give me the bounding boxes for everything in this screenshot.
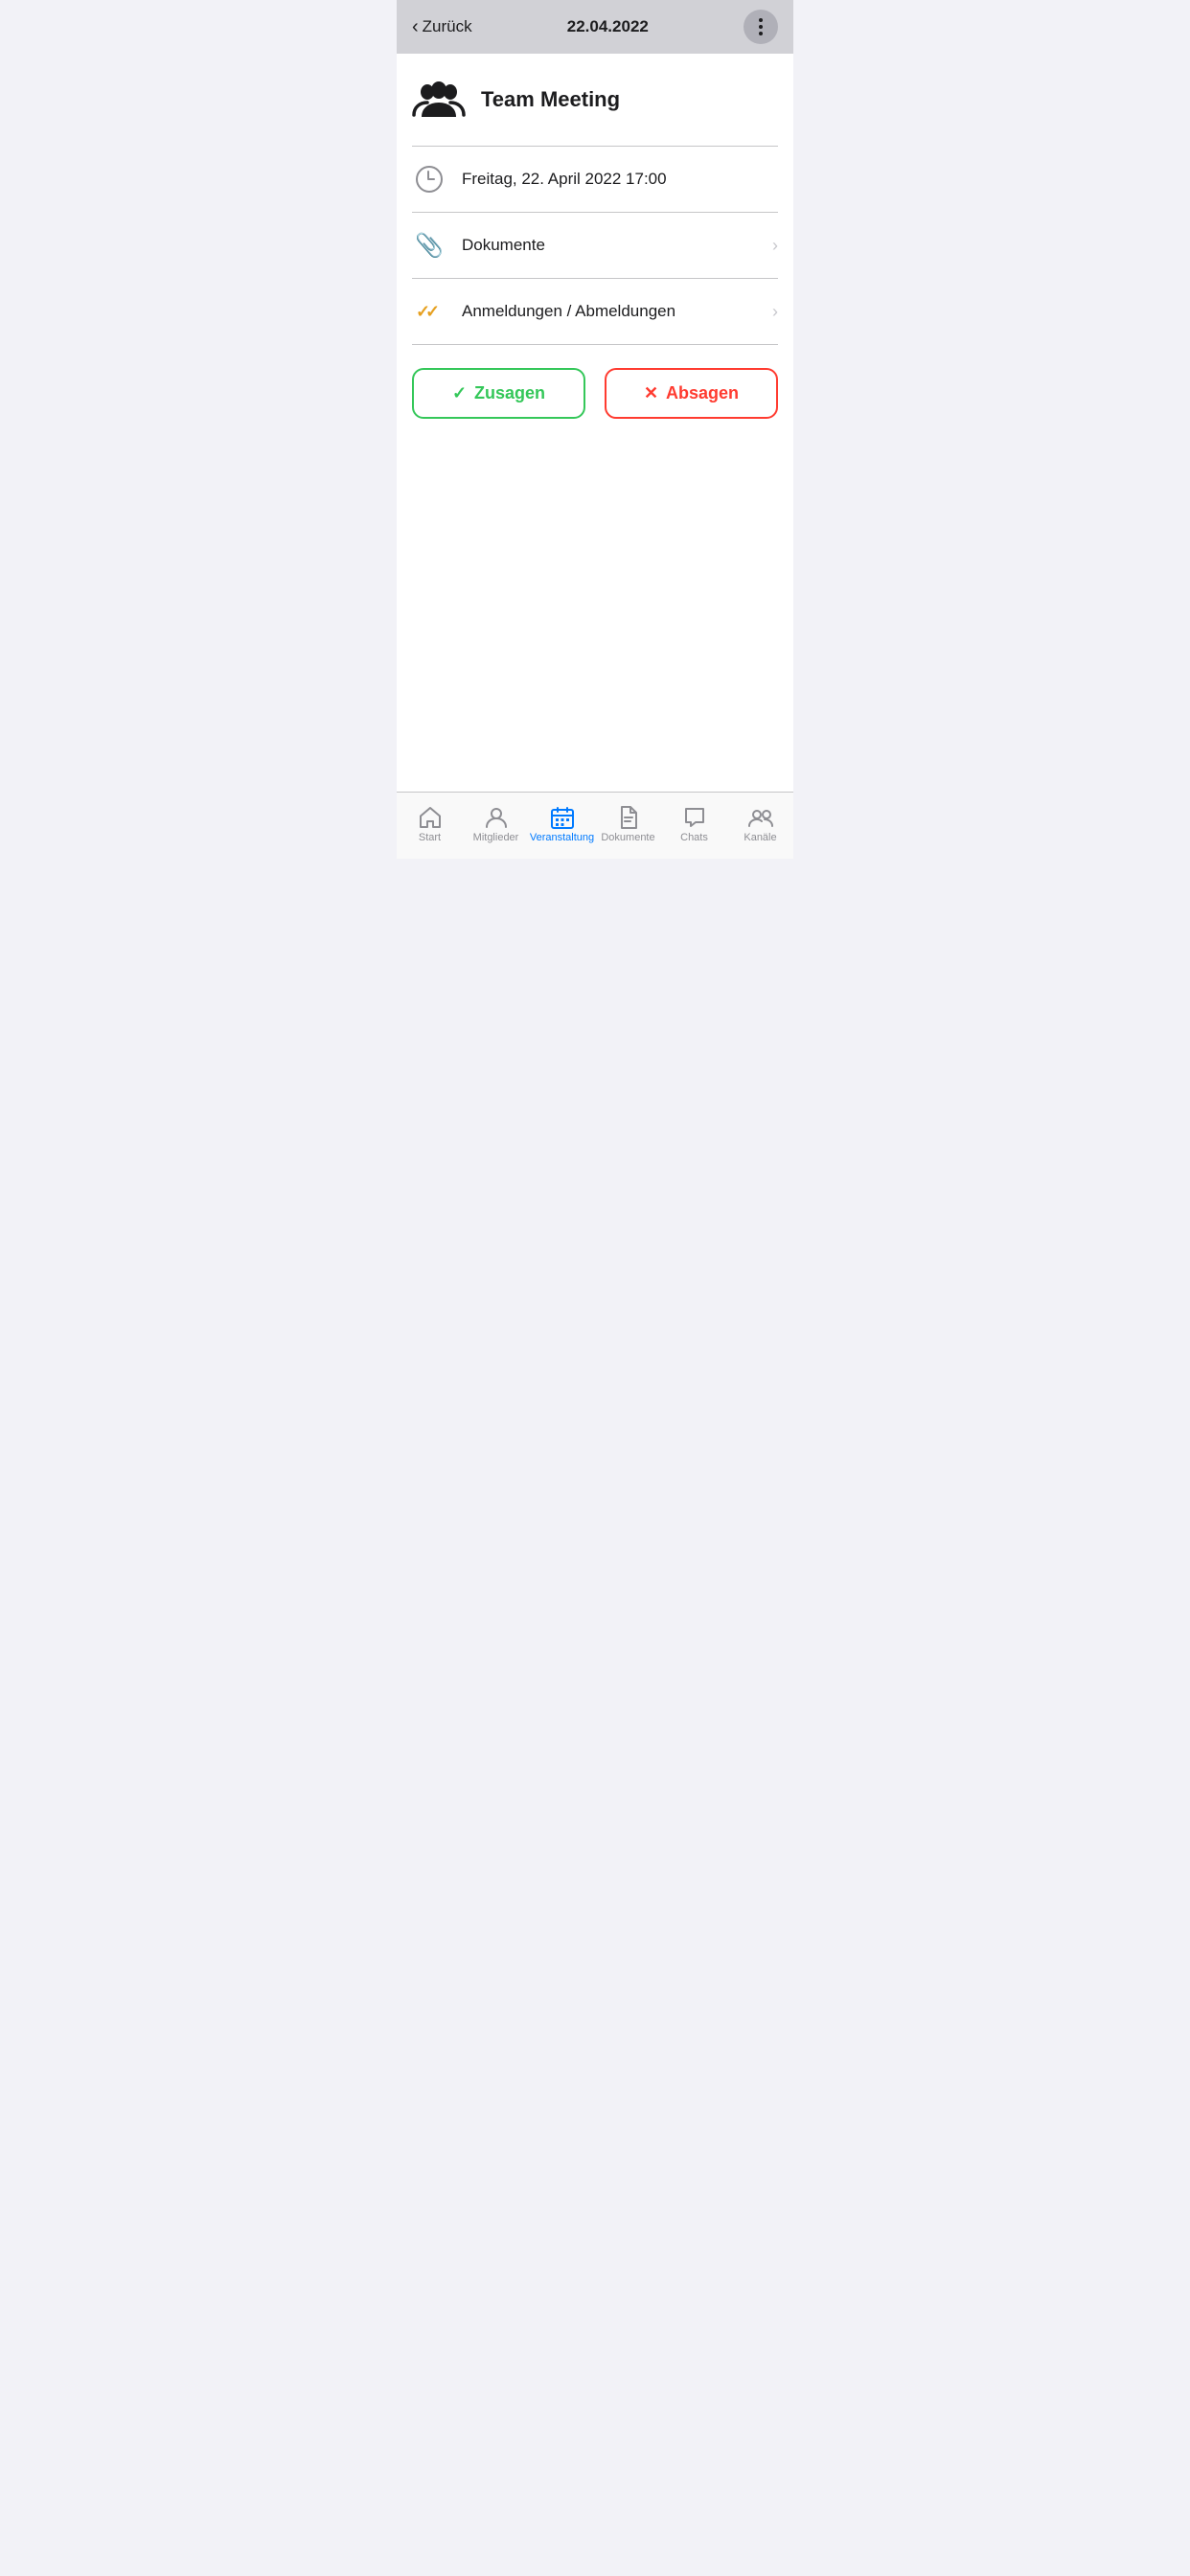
calendar-icon: [550, 805, 575, 830]
content-area: Team Meeting Freitag, 22. April 2022 17:…: [397, 54, 793, 792]
double-check-icon-wrapper: [412, 294, 446, 329]
tab-start[interactable]: Start: [397, 805, 463, 843]
content-spacer: [397, 442, 793, 792]
registrations-row[interactable]: Anmeldungen / Abmeldungen ›: [397, 279, 793, 344]
document-icon: [616, 805, 641, 830]
tab-dokumente-label: Dokumente: [601, 832, 654, 843]
double-check-icon: [416, 302, 443, 321]
documents-label: Dokumente: [462, 236, 757, 255]
chat-icon: [682, 805, 707, 830]
tab-kanale[interactable]: Kanäle: [727, 805, 793, 843]
tab-mitglieder[interactable]: Mitglieder: [463, 805, 529, 843]
tab-start-label: Start: [419, 832, 441, 843]
confirm-label: Zusagen: [474, 383, 545, 403]
tab-dokumente[interactable]: Dokumente: [595, 805, 661, 843]
paperclip-icon-wrapper: 📎: [412, 228, 446, 263]
clock-icon: [416, 166, 443, 193]
chevron-right-icon-2: ›: [772, 302, 778, 322]
decline-button[interactable]: ✕ Absagen: [605, 368, 778, 419]
tab-chats-label: Chats: [680, 832, 708, 843]
tab-bar: Start Mitglieder Veranstaltung Dokume: [397, 792, 793, 859]
back-label: Zurück: [423, 17, 472, 36]
clock-icon-wrapper: [412, 162, 446, 196]
tab-veranstaltung-label: Veranstaltung: [530, 832, 594, 843]
event-header: Team Meeting: [397, 54, 793, 146]
chevron-right-icon: ›: [772, 236, 778, 256]
more-dots-icon: [759, 18, 763, 35]
back-button[interactable]: ‹ Zurück: [412, 16, 472, 38]
paperclip-icon: 📎: [415, 232, 444, 260]
action-buttons: ✓ Zusagen ✕ Absagen: [397, 345, 793, 442]
check-icon: ✓: [452, 383, 467, 403]
group-icon: [412, 73, 466, 126]
registrations-label: Anmeldungen / Abmeldungen: [462, 302, 757, 321]
person-icon: [484, 805, 509, 830]
back-chevron-icon: ‹: [412, 16, 419, 38]
tab-veranstaltung[interactable]: Veranstaltung: [529, 805, 595, 843]
tab-kanale-label: Kanäle: [744, 832, 776, 843]
event-title: Team Meeting: [481, 87, 620, 112]
x-icon: ✕: [644, 383, 658, 403]
confirm-button[interactable]: ✓ Zusagen: [412, 368, 585, 419]
home-icon: [418, 805, 443, 830]
channels-icon: [748, 805, 773, 830]
decline-label: Absagen: [666, 383, 739, 403]
tab-mitglieder-label: Mitglieder: [473, 832, 519, 843]
datetime-row: Freitag, 22. April 2022 17:00: [397, 147, 793, 212]
nav-bar: ‹ Zurück 22.04.2022: [397, 0, 793, 54]
more-button[interactable]: [744, 10, 778, 44]
datetime-label: Freitag, 22. April 2022 17:00: [462, 170, 778, 189]
nav-title: 22.04.2022: [567, 17, 649, 36]
documents-row[interactable]: 📎 Dokumente ›: [397, 213, 793, 278]
tab-chats[interactable]: Chats: [661, 805, 727, 843]
